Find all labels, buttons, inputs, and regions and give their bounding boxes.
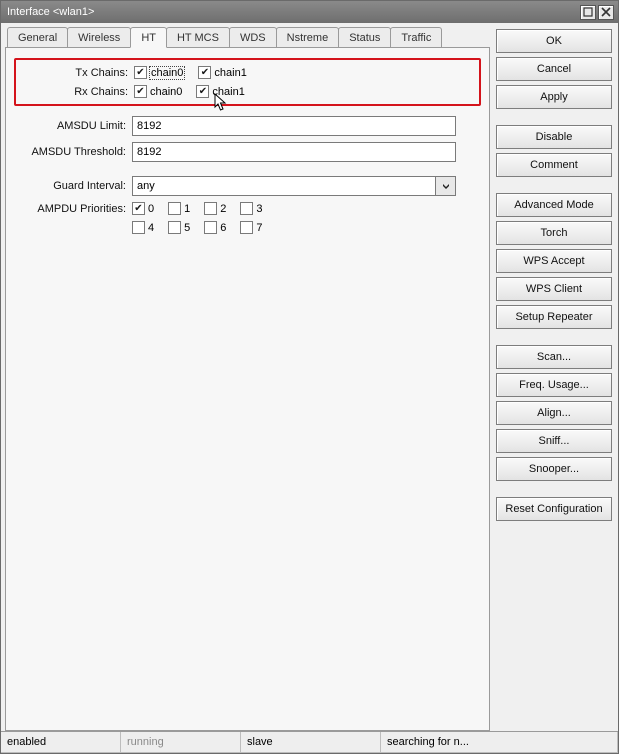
tx-chain0-label: chain0 <box>150 67 184 79</box>
ampdu-pri-2-checkbox[interactable] <box>204 202 217 215</box>
minimize-button[interactable] <box>580 5 596 20</box>
window-title: Interface <wlan1> <box>7 6 578 18</box>
wps-client-button[interactable]: WPS Client <box>496 277 612 301</box>
tab-wireless[interactable]: Wireless <box>67 27 131 48</box>
ampdu-priorities-label: AMPDU Priorities: <box>14 203 132 215</box>
scan-button[interactable]: Scan... <box>496 345 612 369</box>
chevron-down-icon <box>441 181 451 191</box>
ampdu-pri-6-checkbox[interactable] <box>204 221 217 234</box>
ampdu-pri-1-checkbox[interactable] <box>168 202 181 215</box>
button-sidebar: OK Cancel Apply Disable Comment Advanced… <box>494 23 618 731</box>
tab-general[interactable]: General <box>7 27 68 48</box>
tx-chains-label: Tx Chains: <box>16 67 134 79</box>
comment-button[interactable]: Comment <box>496 153 612 177</box>
ampdu-pri-3-label: 3 <box>256 203 262 215</box>
ampdu-pri-1-label: 1 <box>184 203 190 215</box>
tab-nstreme[interactable]: Nstreme <box>276 27 340 48</box>
cancel-button[interactable]: Cancel <box>496 57 612 81</box>
tab-ht[interactable]: HT <box>130 27 167 48</box>
ampdu-pri-6-label: 6 <box>220 222 226 234</box>
status-bar: enabled running slave searching for n... <box>1 731 618 753</box>
ampdu-pri-5-checkbox[interactable] <box>168 221 181 234</box>
status-enabled: enabled <box>1 732 121 753</box>
reset-configuration-button[interactable]: Reset Configuration <box>496 497 612 521</box>
tx-chain1-label: chain1 <box>214 67 246 79</box>
amsdu-limit-label: AMSDU Limit: <box>14 120 132 132</box>
advanced-mode-button[interactable]: Advanced Mode <box>496 193 612 217</box>
guard-interval-dropdown-button[interactable] <box>436 176 456 196</box>
tx-chain0-checkbox[interactable] <box>134 66 147 79</box>
ok-button[interactable]: OK <box>496 29 612 53</box>
apply-button[interactable]: Apply <box>496 85 612 109</box>
ampdu-pri-5-label: 5 <box>184 222 190 234</box>
ampdu-pri-3-checkbox[interactable] <box>240 202 253 215</box>
ampdu-pri-4-label: 4 <box>148 222 154 234</box>
setup-repeater-button[interactable]: Setup Repeater <box>496 305 612 329</box>
rx-chains-label: Rx Chains: <box>16 86 134 98</box>
snooper-button[interactable]: Snooper... <box>496 457 612 481</box>
tab-wds[interactable]: WDS <box>229 27 277 48</box>
ampdu-pri-0-checkbox[interactable] <box>132 202 145 215</box>
status-slave: slave <box>241 732 381 753</box>
wps-accept-button[interactable]: WPS Accept <box>496 249 612 273</box>
titlebar: Interface <wlan1> <box>1 1 618 23</box>
ampdu-pri-7-label: 7 <box>256 222 262 234</box>
align-button[interactable]: Align... <box>496 401 612 425</box>
tab-status[interactable]: Status <box>338 27 391 48</box>
rx-chain0-checkbox[interactable] <box>134 85 147 98</box>
amsdu-limit-input[interactable] <box>132 116 456 136</box>
tab-panel-ht: Tx Chains: chain0 chain1 Rx Chains: chai… <box>5 47 490 731</box>
rx-chain1-label: chain1 <box>212 86 244 98</box>
guard-interval-label: Guard Interval: <box>14 180 132 192</box>
sniff-button[interactable]: Sniff... <box>496 429 612 453</box>
amsdu-threshold-label: AMSDU Threshold: <box>14 146 132 158</box>
tab-bar: General Wireless HT HT MCS WDS Nstreme S… <box>7 27 490 48</box>
tab-traffic[interactable]: Traffic <box>390 27 442 48</box>
status-running: running <box>121 732 241 753</box>
ampdu-pri-4-checkbox[interactable] <box>132 221 145 234</box>
ampdu-pri-7-checkbox[interactable] <box>240 221 253 234</box>
close-button[interactable] <box>598 5 614 20</box>
rx-chain0-label: chain0 <box>150 86 182 98</box>
ampdu-pri-2-label: 2 <box>220 203 226 215</box>
ampdu-pri-0-label: 0 <box>148 203 154 215</box>
chains-highlight: Tx Chains: chain0 chain1 Rx Chains: chai… <box>14 58 481 106</box>
guard-interval-input[interactable] <box>132 176 436 196</box>
interface-window: Interface <wlan1> General Wireless HT HT… <box>0 0 619 754</box>
torch-button[interactable]: Torch <box>496 221 612 245</box>
disable-button[interactable]: Disable <box>496 125 612 149</box>
tx-chain1-checkbox[interactable] <box>198 66 211 79</box>
rx-chain1-checkbox[interactable] <box>196 85 209 98</box>
freq-usage-button[interactable]: Freq. Usage... <box>496 373 612 397</box>
tab-ht-mcs[interactable]: HT MCS <box>166 27 230 48</box>
status-searching: searching for n... <box>381 732 618 753</box>
amsdu-threshold-input[interactable] <box>132 142 456 162</box>
